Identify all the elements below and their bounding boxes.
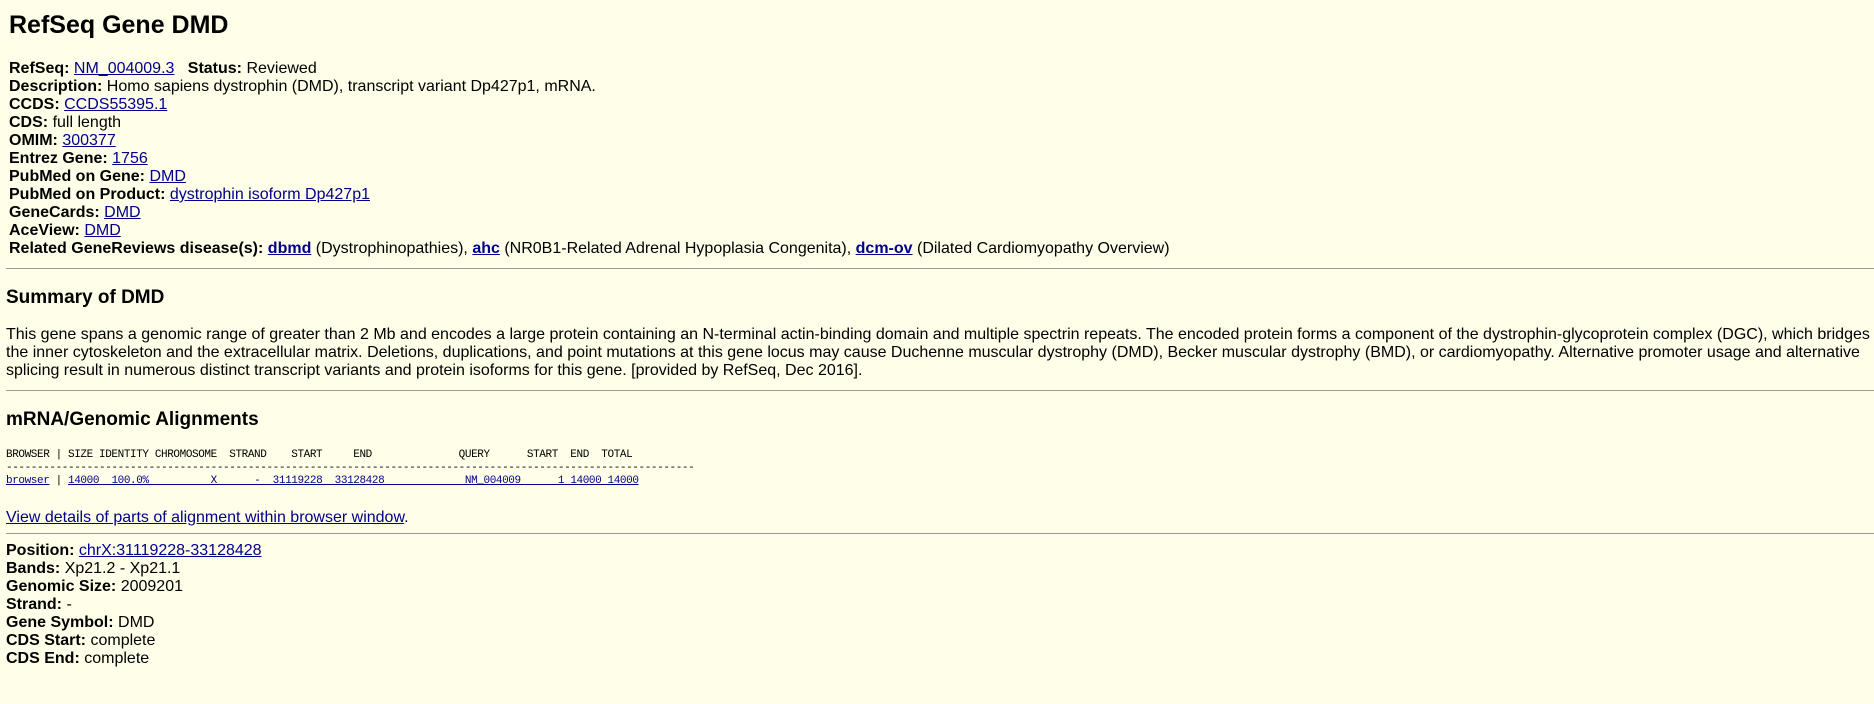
gene-info: RefSeq: NM_004009.3 Status: Reviewed Des… xyxy=(9,60,1874,258)
genereviews-desc-dcm-ov: (Dilated Cardiomyopathy Overview) xyxy=(912,240,1170,257)
omim-link[interactable]: 300377 xyxy=(62,132,115,149)
position-info: Position: chrX:31119228-33128428 Bands: … xyxy=(6,542,1874,668)
description-label: Description: xyxy=(9,78,103,95)
alignments-header: BROWSER | SIZE IDENTITY CHROMOSOME STRAN… xyxy=(6,449,633,461)
pubmed-gene-link[interactable]: DMD xyxy=(149,168,185,185)
cds-label: CDS: xyxy=(9,114,49,131)
alignments-table: BROWSER | SIZE IDENTITY CHROMOSOME STRAN… xyxy=(6,449,1874,488)
cds-value: full length xyxy=(52,114,122,131)
status-value: Reviewed xyxy=(246,60,317,77)
ccds-link[interactable]: CCDS55395.1 xyxy=(64,96,167,113)
refseq-label: RefSeq: xyxy=(9,60,70,77)
divider xyxy=(6,268,1874,269)
genecards-label: GeneCards: xyxy=(9,204,100,221)
view-details-link[interactable]: View details of parts of alignment withi… xyxy=(6,509,404,526)
position-link[interactable]: chrX:31119228-33128428 xyxy=(79,542,262,559)
gene-symbol-label: Gene Symbol: xyxy=(6,614,114,631)
strand-value: - xyxy=(66,596,72,613)
divider xyxy=(6,533,1874,534)
genereviews-desc-ahc: (NR0B1-Related Adrenal Hypoplasia Congen… xyxy=(499,240,856,257)
summary-heading: Summary of DMD xyxy=(6,287,165,308)
status-label: Status: xyxy=(187,60,242,77)
refseq-link[interactable]: NM_004009.3 xyxy=(74,60,175,77)
view-details: View details of parts of alignment withi… xyxy=(6,509,1874,527)
cds-start-value: complete xyxy=(90,632,156,649)
view-details-suffix: . xyxy=(404,509,409,526)
gene-symbol-value: DMD xyxy=(118,614,155,631)
pubmed-gene-label: PubMed on Gene: xyxy=(9,168,145,185)
description-value: Homo sapiens dystrophin (DMD), transcrip… xyxy=(106,78,596,95)
genereviews-label: Related GeneReviews disease(s): xyxy=(9,240,264,257)
aceview-link[interactable]: DMD xyxy=(84,222,120,239)
cds-end-label: CDS End: xyxy=(6,650,80,667)
cds-end-value: complete xyxy=(84,650,150,667)
alignment-row-link[interactable]: 14000 100.0% X - 31119228 33128428 NM_00… xyxy=(68,475,639,487)
genereviews-link-dcm-ov[interactable]: dcm-ov xyxy=(856,240,913,257)
summary-text: This gene spans a genomic range of great… xyxy=(6,326,1870,379)
cds-start-label: CDS Start: xyxy=(6,632,87,649)
alignment-row-separator: | xyxy=(49,475,69,487)
omim-label: OMIM: xyxy=(9,132,58,149)
ccds-label: CCDS: xyxy=(9,96,60,113)
divider xyxy=(6,390,1874,391)
position-label: Position: xyxy=(6,542,75,559)
genomic-size-value: 2009201 xyxy=(120,578,183,595)
aceview-label: AceView: xyxy=(9,222,80,239)
strand-label: Strand: xyxy=(6,596,62,613)
alignment-browser-link[interactable]: browser xyxy=(6,475,50,487)
genereviews-desc-dbmd: (Dystrophinopathies), xyxy=(311,240,473,257)
genomic-size-label: Genomic Size: xyxy=(6,578,117,595)
alignments-dashes: ----------------------------------------… xyxy=(6,462,695,474)
entrez-label: Entrez Gene: xyxy=(9,150,108,167)
pubmed-product-label: PubMed on Product: xyxy=(9,186,166,203)
entrez-link[interactable]: 1756 xyxy=(112,150,148,167)
genecards-link[interactable]: DMD xyxy=(104,204,140,221)
pubmed-product-link[interactable]: dystrophin isoform Dp427p1 xyxy=(170,186,370,203)
genereviews-link-dbmd[interactable]: dbmd xyxy=(268,240,312,257)
page: RefSeq Gene DMD RefSeq: NM_004009.3 Stat… xyxy=(0,0,1874,668)
genereviews-link-ahc[interactable]: ahc xyxy=(472,240,500,257)
alignments-heading: mRNA/Genomic Alignments xyxy=(6,409,259,430)
bands-value: Xp21.2 - Xp21.1 xyxy=(64,560,181,577)
bands-label: Bands: xyxy=(6,560,61,577)
page-title: RefSeq Gene DMD xyxy=(9,11,229,39)
